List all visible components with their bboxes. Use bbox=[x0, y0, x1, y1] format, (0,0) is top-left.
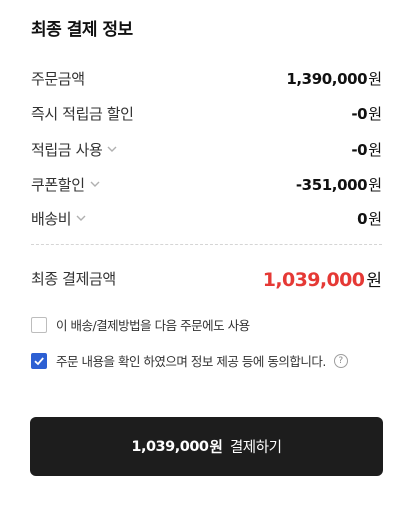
save-method-label[interactable]: 이 배송/결제방법을 다음 주문에도 사용 bbox=[56, 315, 250, 334]
question-mark-icon[interactable]: ? bbox=[333, 353, 348, 368]
checkmark-icon bbox=[34, 356, 44, 365]
coupon-discount-value: -351,000 bbox=[295, 175, 368, 194]
shipping-fee-label: 배송비 bbox=[31, 209, 72, 228]
shipping-fee-value: 0 bbox=[357, 209, 368, 228]
row-order-amount: 주문금액 1,390,000 원 bbox=[31, 66, 382, 90]
instant-points-value: -0 bbox=[351, 104, 368, 123]
points-usage-value: -0 bbox=[351, 140, 368, 159]
points-usage-label: 적립금 사용 bbox=[31, 140, 103, 159]
agree-terms-checkbox[interactable] bbox=[31, 352, 47, 369]
pay-button-amount: 1,039,000 bbox=[131, 438, 209, 455]
save-method-checkbox[interactable] bbox=[31, 316, 47, 333]
currency-unit: 원 bbox=[368, 69, 382, 88]
order-amount-label: 주문금액 bbox=[31, 69, 85, 88]
instant-points-label: 즉시 적립금 할인 bbox=[31, 104, 134, 123]
chevron-down-icon[interactable] bbox=[89, 178, 101, 190]
row-label: 주문금액 bbox=[31, 68, 85, 89]
row-label[interactable]: 쿠폰할인 bbox=[31, 174, 101, 195]
total-amount-value: 1,039,000 bbox=[262, 268, 365, 291]
pay-button-unit: 원 bbox=[209, 440, 223, 456]
row-amount: -0 원 bbox=[351, 103, 382, 124]
pay-button-label: 결제하기 bbox=[229, 440, 282, 456]
order-amount-value: 1,390,000 bbox=[286, 69, 368, 88]
dashed-divider bbox=[31, 244, 382, 245]
row-amount: -351,000 원 bbox=[296, 174, 382, 195]
currency-unit: 원 bbox=[366, 270, 382, 291]
chevron-down-icon[interactable] bbox=[106, 143, 118, 155]
chevron-down-icon[interactable] bbox=[75, 212, 87, 224]
save-method-option[interactable]: 이 배송/결제방법을 다음 주문에도 사용 bbox=[31, 315, 250, 334]
row-instant-points-discount: 즉시 적립금 할인 -0 원 bbox=[31, 101, 382, 125]
total-amount: 1,039,000 원 bbox=[263, 266, 382, 291]
row-label[interactable]: 배송비 bbox=[31, 208, 87, 229]
pay-button[interactable]: 1,039,000 원 결제하기 bbox=[30, 417, 383, 476]
currency-unit: 원 bbox=[368, 209, 382, 228]
currency-unit: 원 bbox=[368, 104, 382, 123]
row-amount: 0원 bbox=[357, 208, 382, 229]
row-label[interactable]: 적립금 사용 bbox=[31, 139, 118, 160]
coupon-discount-label: 쿠폰할인 bbox=[31, 175, 85, 194]
row-shipping-fee[interactable]: 배송비 0원 bbox=[31, 206, 382, 230]
row-label: 즉시 적립금 할인 bbox=[31, 103, 134, 124]
agree-terms-label[interactable]: 주문 내용을 확인 하였으며 정보 제공 등에 동의합니다. bbox=[56, 351, 326, 370]
row-final-total: 최종 결제금액 1,039,000 원 bbox=[31, 264, 382, 292]
currency-unit: 원 bbox=[368, 140, 382, 159]
row-points-usage[interactable]: 적립금 사용 -0 원 bbox=[31, 137, 382, 161]
agree-terms-option[interactable]: 주문 내용을 확인 하였으며 정보 제공 등에 동의합니다. ? bbox=[31, 351, 348, 370]
currency-unit: 원 bbox=[368, 175, 382, 194]
section-title: 최종 결제 정보 bbox=[31, 20, 133, 40]
row-amount: -0 원 bbox=[351, 139, 382, 160]
row-amount: 1,390,000 원 bbox=[286, 68, 382, 89]
row-coupon-discount[interactable]: 쿠폰할인 -351,000 원 bbox=[31, 172, 382, 196]
total-label: 최종 결제금액 bbox=[31, 269, 116, 288]
